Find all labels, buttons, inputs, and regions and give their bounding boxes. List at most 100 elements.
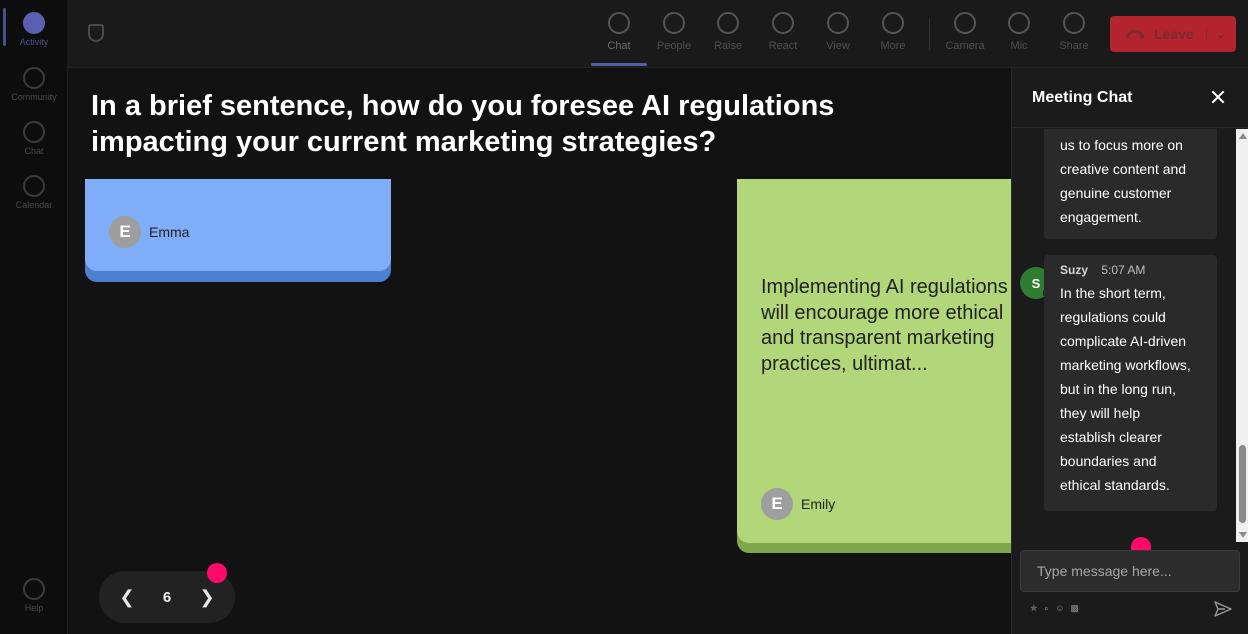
rail-item-label: Chat bbox=[24, 146, 44, 156]
hand-icon bbox=[717, 12, 739, 34]
rail-item-label: Calendar bbox=[15, 200, 53, 210]
mic-button[interactable]: Mic bbox=[994, 12, 1044, 52]
chevron-down-icon[interactable]: ⌄ bbox=[1206, 27, 1226, 41]
author-name: Emma bbox=[149, 224, 190, 240]
meeting-chat-panel: Meeting Chat us to focus more on creativ… bbox=[1011, 68, 1248, 634]
chat-message-list: us to focus more on creative content and… bbox=[1012, 129, 1236, 542]
chevron-left-icon[interactable]: ❮ bbox=[117, 587, 137, 607]
message-line: they will help bbox=[1060, 405, 1141, 421]
message-timestamp: 5:07 AM bbox=[1101, 263, 1146, 277]
card-text: Implementing AI regulations will encoura… bbox=[761, 275, 1011, 377]
chat-message-input[interactable] bbox=[1020, 550, 1240, 592]
format-toolbar: ✯ ∘ ☺ ▩ bbox=[1030, 603, 1079, 614]
send-icon[interactable] bbox=[1214, 601, 1232, 617]
chat-title: Meeting Chat bbox=[1032, 89, 1133, 106]
rail-item-help[interactable]: Help bbox=[0, 578, 68, 613]
grid-icon bbox=[827, 12, 849, 34]
camera-button[interactable]: Camera bbox=[940, 12, 990, 52]
meeting-app: Activity Community Chat Calendar Help Ch… bbox=[0, 0, 1248, 634]
message-line: boundaries and bbox=[1060, 453, 1157, 469]
left-rail: Activity Community Chat Calendar Help bbox=[0, 0, 68, 634]
view-button-label: View bbox=[826, 40, 850, 52]
more-dots-icon bbox=[882, 12, 904, 34]
chat-icon bbox=[608, 12, 630, 34]
rail-item-community[interactable]: Community bbox=[0, 67, 68, 102]
rail-item-calendar[interactable]: Calendar bbox=[0, 175, 68, 210]
response-card-face: E Emma bbox=[85, 179, 391, 271]
rail-item-chat[interactable]: Chat bbox=[0, 121, 68, 156]
chat-scrollbar[interactable] bbox=[1236, 129, 1248, 542]
avatar: E bbox=[109, 216, 141, 248]
chat-button-label: Chat bbox=[607, 40, 631, 52]
rail-item-label: Help bbox=[24, 603, 44, 613]
react-button[interactable]: React bbox=[758, 12, 808, 52]
page-number: 6 bbox=[162, 588, 172, 606]
response-card[interactable]: E Emma bbox=[85, 179, 391, 282]
more-button[interactable]: More bbox=[868, 12, 918, 52]
scroll-up-arrow-icon[interactable] bbox=[1239, 133, 1247, 139]
raise-button-label: Raise bbox=[713, 40, 743, 52]
mic-button-label: Mic bbox=[1010, 40, 1028, 52]
message-line: but in the long run, bbox=[1060, 381, 1176, 397]
community-icon bbox=[23, 67, 45, 89]
card-text-line: will encourage more ethical bbox=[761, 301, 1004, 324]
rail-item-label: Community bbox=[11, 92, 57, 102]
meeting-toolbar: Chat People Raise React View More Camera bbox=[68, 0, 1248, 68]
raise-hand-button[interactable]: Raise bbox=[703, 12, 753, 52]
format-icon[interactable]: ✯ bbox=[1030, 603, 1038, 614]
attach-icon[interactable]: ∘ bbox=[1044, 603, 1050, 614]
avatar: E bbox=[761, 488, 793, 520]
hang-up-icon bbox=[1126, 30, 1144, 38]
chat-button[interactable]: Chat bbox=[591, 12, 647, 66]
message-line: In the short term, bbox=[1060, 285, 1166, 301]
camera-off-icon bbox=[954, 12, 976, 34]
mic-icon bbox=[1008, 12, 1030, 34]
share-button-label: Share bbox=[1059, 40, 1089, 52]
card-author: E Emma bbox=[109, 216, 189, 248]
response-card-face: Implementing AI regulations will encoura… bbox=[737, 179, 1011, 543]
rail-item-label: Activity bbox=[19, 37, 49, 47]
gif-icon[interactable]: ▩ bbox=[1070, 603, 1079, 614]
share-button[interactable]: Share bbox=[1049, 12, 1099, 52]
shield-icon[interactable] bbox=[88, 24, 104, 42]
more-button-label: More bbox=[880, 40, 906, 52]
card-author: E Emily bbox=[761, 488, 835, 520]
emoji-icon[interactable]: ☺ bbox=[1055, 603, 1064, 614]
card-text-line: and transparent marketing bbox=[761, 327, 995, 349]
message-author: Suzy bbox=[1060, 263, 1089, 277]
view-button[interactable]: View bbox=[813, 12, 863, 52]
chat-header: Meeting Chat bbox=[1012, 68, 1248, 128]
calendar-icon bbox=[23, 175, 45, 197]
message-line: establish clearer bbox=[1060, 429, 1162, 445]
leave-button-label: Leave bbox=[1154, 26, 1194, 42]
message-line: marketing workflows, bbox=[1060, 357, 1191, 373]
people-button[interactable]: People bbox=[649, 12, 699, 52]
people-icon bbox=[663, 12, 685, 34]
help-icon bbox=[23, 578, 45, 600]
message-line: us to focus more on bbox=[1060, 137, 1183, 153]
share-screen-icon bbox=[1063, 12, 1085, 34]
message-line: engagement. bbox=[1060, 209, 1142, 225]
scrollbar-thumb[interactable] bbox=[1239, 445, 1246, 523]
scroll-down-arrow-icon[interactable] bbox=[1239, 532, 1247, 538]
close-icon[interactable] bbox=[1209, 88, 1227, 106]
message-text-field[interactable] bbox=[1021, 551, 1239, 591]
chevron-right-icon[interactable]: ❯ bbox=[197, 587, 217, 607]
chat-message: us to focus more on creative content and… bbox=[1044, 129, 1217, 239]
chat-message: Suzy 5:07 AM In the short term, regulati… bbox=[1044, 255, 1217, 511]
camera-button-label: Camera bbox=[945, 40, 985, 52]
question-title: In a brief sentence, how do you foresee … bbox=[91, 90, 835, 158]
rail-item-activity[interactable]: Activity bbox=[0, 12, 68, 47]
toolbar-divider bbox=[929, 18, 930, 50]
message-line: complicate AI-driven bbox=[1060, 333, 1187, 349]
response-card[interactable]: Implementing AI regulations will encoura… bbox=[737, 179, 1011, 553]
card-text-line: Implementing AI regulations bbox=[761, 276, 1008, 298]
smiley-icon bbox=[772, 12, 794, 34]
leave-button[interactable]: Leave ⌄ bbox=[1110, 16, 1236, 52]
whiteboard-stage: In a brief sentence, how do you foresee … bbox=[68, 68, 1011, 634]
message-line: regulations could bbox=[1060, 309, 1166, 325]
author-name: Emily bbox=[801, 496, 836, 512]
chat-icon bbox=[23, 121, 45, 143]
card-text-line: practices, ultimat... bbox=[761, 352, 928, 375]
people-button-label: People bbox=[656, 40, 692, 52]
